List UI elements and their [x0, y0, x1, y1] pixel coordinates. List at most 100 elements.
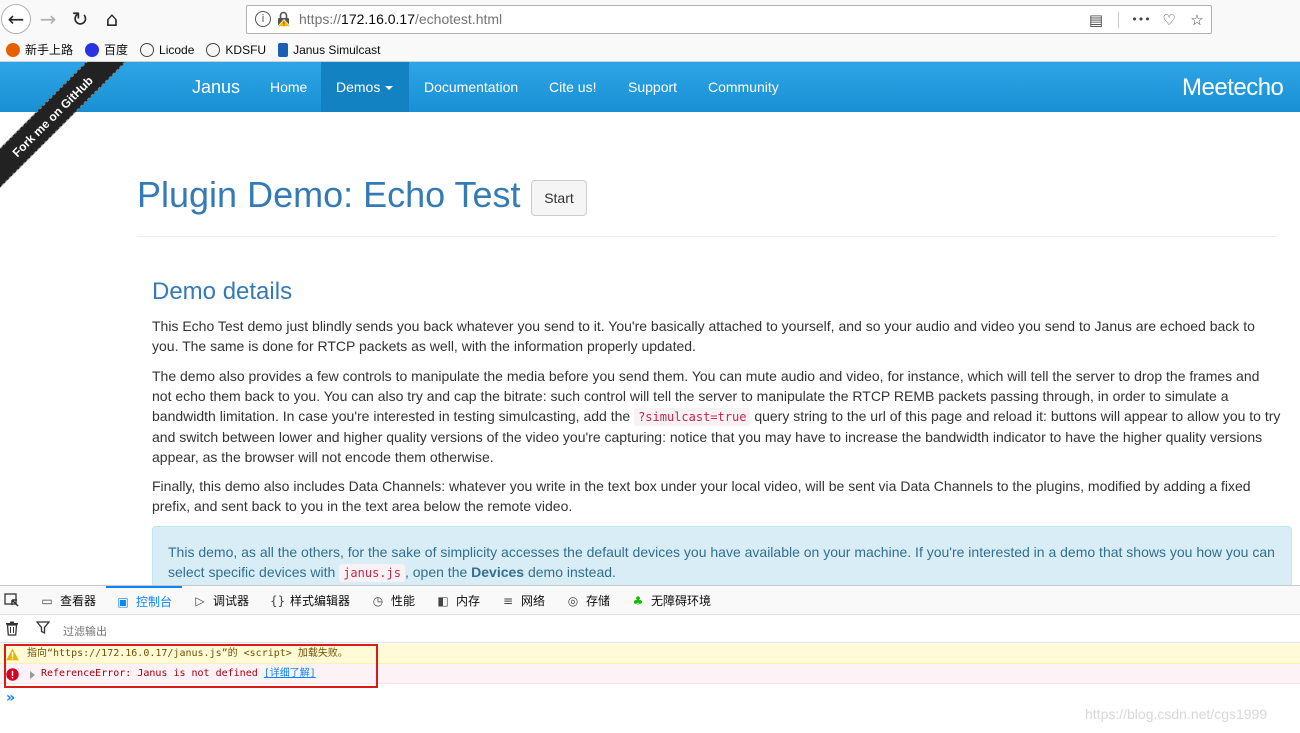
url-text[interactable]: https://172.16.0.17/echotest.html — [299, 11, 502, 27]
page-title: Plugin Demo: Echo Test — [137, 174, 521, 215]
url-path: /echotest.html — [415, 11, 503, 27]
tab-label: 存储 — [586, 594, 611, 608]
tab-label: 性能 — [391, 594, 416, 608]
bookmark-item[interactable]: KDSFU — [206, 42, 267, 57]
tab-label: 内存 — [456, 594, 481, 608]
bookmark-item[interactable]: 新手上路 — [6, 41, 73, 58]
baidu-paw-icon — [85, 42, 100, 57]
tab-label: 网络 — [521, 594, 546, 608]
info-alert: This demo, as all the others, for the sa… — [152, 526, 1292, 588]
meetecho-logo[interactable]: Meetecho — [1182, 74, 1284, 102]
bookmark-label: 新手上路 — [25, 43, 74, 57]
tab-style-editor[interactable]: {} 样式编辑器 — [270, 586, 350, 615]
filter-output-input[interactable]: 过滤输出 — [63, 623, 107, 639]
more-actions-icon[interactable]: ••• — [1127, 6, 1155, 33]
url-bar[interactable]: i ! https://172.16.0.17/echotest.html ▤ … — [246, 5, 1212, 34]
tab-memory[interactable]: ◧ 内存 — [436, 586, 480, 615]
bookmark-label: Janus Simulcast — [293, 42, 381, 57]
devtools-tabbar: ▭ 查看器 ▣ 控制台 ▷ 调试器 {} 样式编辑器 ◷ 性能 ◧ 内存 ≡ 网络 ◎ 存储 ♣… — [0, 586, 1300, 615]
svg-text:!: ! — [283, 21, 285, 27]
devices-link[interactable]: Devices — [471, 564, 524, 580]
site-info-icon[interactable]: i — [255, 11, 271, 27]
url-prefix: https:// — [299, 11, 342, 27]
globe-icon — [206, 42, 221, 57]
tab-label: 无障碍环境 — [651, 594, 712, 608]
section-title: Demo details — [152, 278, 293, 305]
browser-toolbar: ← → ↻ ⌂ i ! https://172.16.0.17/echotest… — [0, 0, 1300, 38]
tab-performance[interactable]: ◷ 性能 — [371, 586, 415, 615]
tab-accessibility[interactable]: ♣ 无障碍环境 — [631, 586, 711, 615]
alert-text: demo instead. — [524, 564, 616, 580]
divider — [1118, 11, 1119, 28]
inspector-icon: ▭ — [41, 593, 53, 608]
bookmark-label: KDSFU — [225, 42, 267, 57]
firefox-icon — [6, 42, 20, 57]
url-host: 172.16.0.17 — [341, 11, 415, 27]
navbar-brand[interactable]: Janus — [192, 77, 240, 98]
divider — [137, 236, 1277, 237]
devtools-panel: ▭ 查看器 ▣ 控制台 ▷ 调试器 {} 样式编辑器 ◷ 性能 ◧ 内存 ≡ 网络 ◎ 存储 ♣… — [0, 585, 1300, 733]
highlight-annotation-box — [4, 644, 378, 688]
memory-icon: ◧ — [437, 593, 449, 608]
bookmark-item[interactable]: Janus Simulcast — [278, 42, 381, 57]
filter-funnel-icon — [36, 621, 50, 635]
debugger-icon: ▷ — [195, 593, 205, 608]
bookmark-label: 百度 — [104, 43, 129, 57]
reload-button[interactable]: ↻ — [66, 5, 94, 33]
janus-icon — [278, 42, 289, 57]
tab-console[interactable]: ▣ 控制台 — [106, 586, 183, 615]
tab-storage[interactable]: ◎ 存储 — [566, 586, 610, 615]
pocket-icon[interactable]: ♡ — [1155, 6, 1183, 33]
bookmark-label: Licode — [159, 42, 195, 57]
trash-icon[interactable] — [5, 621, 19, 636]
storage-icon: ◎ — [567, 593, 579, 608]
paragraph: This Echo Test demo just blindly sends y… — [152, 318, 1255, 354]
alert-text: This demo, as all the others, for the sa… — [168, 544, 1275, 580]
bookmark-item[interactable]: 百度 — [85, 41, 128, 58]
tab-label: 调试器 — [213, 594, 250, 608]
paragraph: Finally, this demo also includes Data Ch… — [152, 478, 1251, 514]
nav-demos[interactable]: Demos — [321, 62, 409, 112]
tab-inspector[interactable]: ▭ 查看器 — [40, 586, 96, 615]
accessibility-icon: ♣ — [632, 593, 644, 608]
console-icon: ▣ — [117, 594, 129, 609]
alert-text: , open the — [404, 564, 472, 580]
paragraph: The demo also provides a few controls to… — [152, 366, 1282, 467]
github-ribbon-container: Fork me on GitHub — [0, 62, 150, 212]
tab-label: 控制台 — [136, 595, 173, 609]
back-button[interactable]: ← — [1, 4, 31, 34]
network-icon: ≡ — [502, 593, 514, 608]
nav-community[interactable]: Community — [708, 79, 779, 95]
console-filter-bar: 过滤输出 — [0, 615, 1300, 643]
inline-code: janus.js — [339, 564, 405, 582]
bookmark-star-icon[interactable]: ☆ — [1183, 6, 1211, 33]
nav-demos-label: Demos — [336, 79, 381, 95]
reload-icon: ↻ — [71, 7, 89, 31]
performance-icon: ◷ — [372, 593, 384, 608]
inline-code: ?simulcast=true — [634, 408, 751, 426]
console-input-prompt-icon[interactable]: » — [6, 690, 15, 706]
site-navbar: Janus Home Demos Documentation Cite us! … — [0, 62, 1300, 112]
reader-view-icon[interactable]: ▤ — [1082, 6, 1110, 33]
insecure-lock-icon[interactable]: ! — [277, 11, 291, 27]
start-button[interactable]: Start — [531, 180, 587, 216]
bookmark-item[interactable]: Licode — [140, 42, 195, 57]
style-editor-icon: {} — [270, 593, 286, 608]
element-picker-icon[interactable] — [4, 592, 20, 608]
tab-label: 查看器 — [60, 594, 97, 608]
tab-label: 样式编辑器 — [290, 594, 351, 608]
forward-button[interactable]: → — [34, 5, 62, 33]
globe-icon — [140, 42, 155, 57]
nav-documentation[interactable]: Documentation — [424, 79, 518, 95]
nav-cite[interactable]: Cite us! — [549, 79, 596, 95]
nav-home[interactable]: Home — [270, 79, 307, 95]
nav-support[interactable]: Support — [628, 79, 677, 95]
watermark: https://blog.csdn.net/cgs1999 — [1085, 706, 1268, 722]
tab-debugger[interactable]: ▷ 调试器 — [193, 586, 249, 615]
tab-network[interactable]: ≡ 网络 — [501, 586, 545, 615]
home-button[interactable]: ⌂ — [98, 5, 126, 33]
fork-github-ribbon[interactable]: Fork me on GitHub — [0, 62, 140, 204]
back-arrow-icon: ← — [7, 7, 25, 31]
forward-arrow-icon: → — [39, 7, 57, 31]
home-icon: ⌂ — [105, 7, 119, 31]
